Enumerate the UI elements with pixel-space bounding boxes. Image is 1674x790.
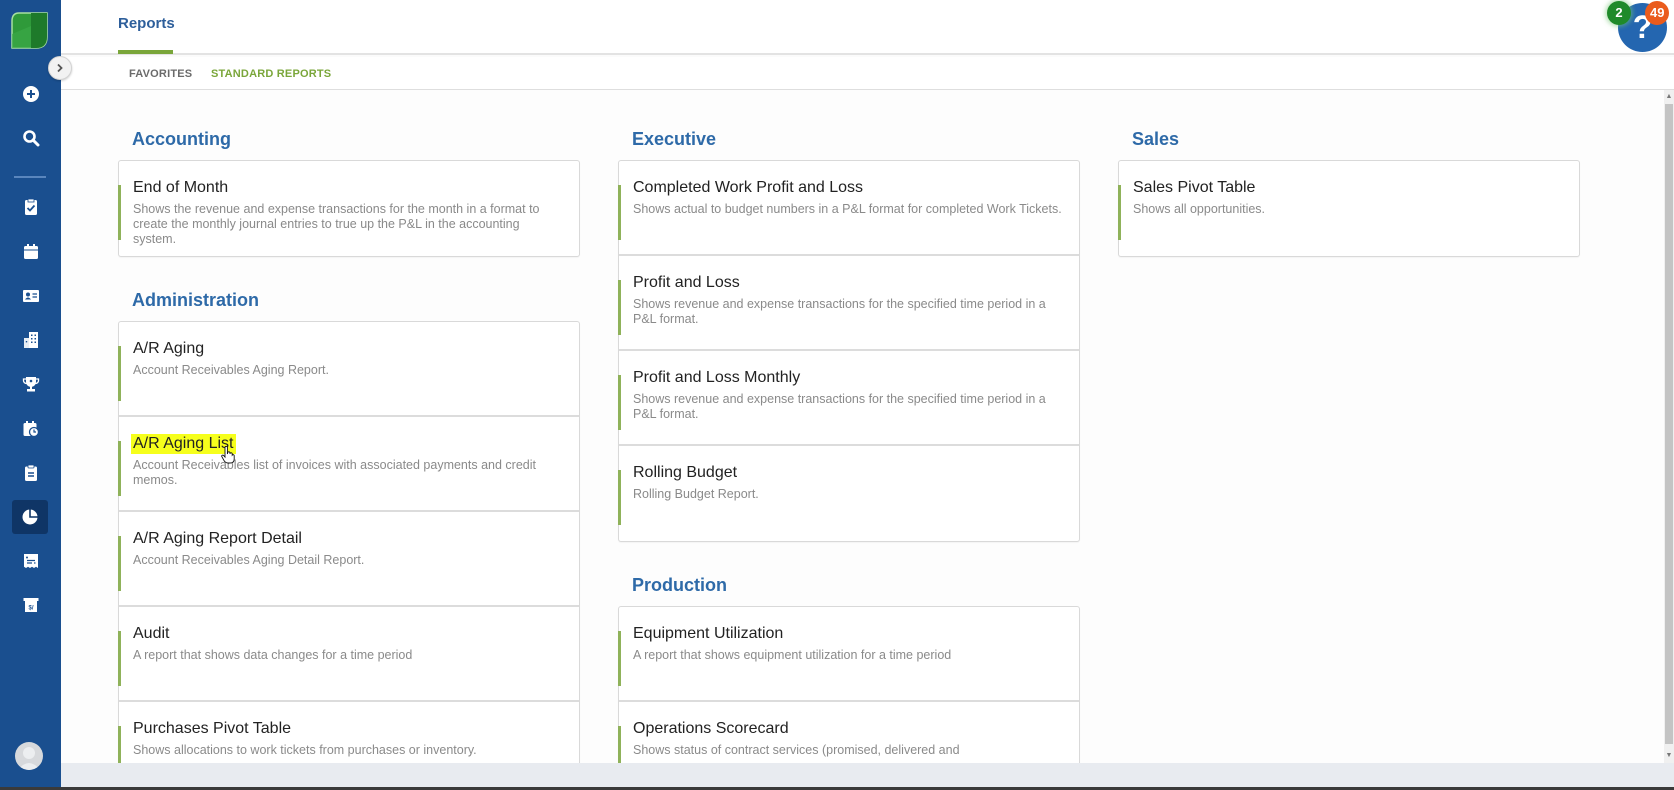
report-card-equipment-utilization[interactable]: Equipment Utilization A report that show… — [618, 607, 1079, 702]
search-icon[interactable] — [0, 121, 61, 155]
card-accent-bar — [618, 631, 621, 686]
report-description: Shows all opportunities. — [1133, 202, 1266, 216]
report-card-end-of-month[interactable]: End of Month Shows the revenue and expen… — [118, 161, 579, 256]
app-logo[interactable] — [11, 12, 49, 49]
card-accent-bar — [618, 726, 621, 763]
tab-favorites[interactable]: FAVORITES — [129, 68, 192, 80]
tab-standard-reports[interactable]: STANDARD REPORTS — [211, 68, 331, 80]
sidebar: $/ — [0, 0, 61, 790]
clipboard-list-icon[interactable] — [0, 456, 61, 490]
card-accent-bar — [118, 631, 121, 686]
scroll-down-arrow-icon[interactable]: ▼ — [1665, 751, 1673, 761]
section-heading-accounting: Accounting — [132, 129, 231, 149]
report-card-completed-work-pl[interactable]: Completed Work Profit and Loss Shows act… — [618, 161, 1079, 256]
report-description: Account Receivables Aging Report. — [133, 363, 329, 377]
cash-register-icon[interactable]: $/ — [0, 588, 61, 622]
report-title[interactable]: Sales Pivot Table — [1133, 178, 1255, 198]
report-description: Rolling Budget Report. — [633, 487, 759, 501]
trophy-icon[interactable] — [0, 367, 61, 401]
report-title[interactable]: End of Month — [133, 178, 228, 198]
report-card-ar-aging-list[interactable]: A/R Aging List Account Receivables list … — [118, 417, 579, 512]
bottom-bar — [61, 763, 1674, 787]
section-heading-sales: Sales — [1132, 129, 1180, 149]
card-accent-bar — [118, 185, 121, 240]
report-subtabs: FAVORITES STANDARD REPORTS — [61, 57, 1674, 90]
report-description: Shows revenue and expense transactions f… — [633, 297, 1046, 326]
vertical-scrollbar[interactable]: ▲ ▼ — [1664, 90, 1674, 763]
column-left: Accounting End of Month Shows the revenu… — [118, 127, 580, 763]
report-title[interactable]: Operations Scorecard — [633, 719, 789, 739]
report-title[interactable]: Completed Work Profit and Loss — [633, 178, 863, 198]
report-group-sales: Sales Pivot Table Shows all opportunitie… — [1118, 160, 1580, 257]
report-group-production: Equipment Utilization A report that show… — [618, 606, 1080, 763]
svg-text:$/: $/ — [28, 606, 33, 612]
card-accent-bar — [1118, 185, 1121, 240]
clipboard-check-icon[interactable] — [0, 190, 61, 224]
receipt-icon[interactable] — [0, 544, 61, 578]
chevron-right-icon — [57, 63, 63, 73]
calendar-clock-icon[interactable] — [0, 412, 61, 446]
card-accent-bar — [618, 185, 621, 240]
report-title[interactable]: Equipment Utilization — [633, 624, 783, 644]
report-title[interactable]: Rolling Budget — [633, 463, 737, 483]
report-card-ar-aging[interactable]: A/R Aging Account Receivables Aging Repo… — [118, 322, 579, 417]
card-accent-bar — [118, 346, 121, 401]
report-card-ar-aging-report-detail[interactable]: A/R Aging Report Detail Account Receivab… — [118, 512, 579, 607]
report-description: Account Receivables list of invoices wit… — [133, 458, 536, 487]
report-description: Shows status of contract services (promi… — [633, 743, 960, 757]
scrollbar-thumb[interactable] — [1665, 104, 1673, 744]
report-card-purchases-pivot-table[interactable]: Purchases Pivot Table Shows allocations … — [118, 702, 579, 763]
sidebar-divider — [14, 176, 46, 178]
reports-content: Accounting End of Month Shows the revenu… — [61, 90, 1664, 763]
report-title[interactable]: Purchases Pivot Table — [133, 719, 291, 739]
tab-reports[interactable]: Reports — [118, 15, 175, 32]
report-description: Shows the revenue and expense transactio… — [133, 202, 540, 246]
report-description: A report that shows data changes for a t… — [133, 648, 413, 662]
report-description: Shows actual to budget numbers in a P&L … — [633, 202, 1062, 216]
building-icon[interactable] — [0, 323, 61, 357]
section-heading-executive: Executive — [632, 129, 717, 149]
section-heading-production: Production — [632, 575, 727, 595]
report-title[interactable]: Profit and Loss Monthly — [633, 368, 800, 388]
report-group-administration: A/R Aging Account Receivables Aging Repo… — [118, 321, 580, 763]
report-description: Shows allocations to work tickets from p… — [133, 743, 477, 757]
pie-chart-icon[interactable] — [12, 500, 48, 534]
report-description: Account Receivables Aging Detail Report. — [133, 553, 365, 567]
add-icon[interactable] — [0, 77, 61, 111]
report-group-accounting: End of Month Shows the revenue and expen… — [118, 160, 580, 257]
scroll-up-arrow-icon[interactable]: ▲ — [1665, 92, 1673, 102]
card-accent-bar — [118, 536, 121, 591]
report-card-profit-and-loss-monthly[interactable]: Profit and Loss Monthly Shows revenue an… — [618, 351, 1079, 446]
report-card-operations-scorecard[interactable]: Operations Scorecard Shows status of con… — [618, 702, 1079, 763]
report-card-rolling-budget[interactable]: Rolling Budget Rolling Budget Report. — [618, 446, 1079, 541]
report-card-profit-and-loss[interactable]: Profit and Loss Shows revenue and expens… — [618, 256, 1079, 351]
notification-badge-green[interactable]: 2 — [1607, 1, 1631, 25]
report-card-audit[interactable]: Audit A report that shows data changes f… — [118, 607, 579, 702]
active-tab-indicator — [118, 50, 173, 54]
report-title[interactable]: Profit and Loss — [633, 273, 740, 293]
top-bar: Reports — [61, 0, 1674, 55]
report-description: A report that shows equipment utilizatio… — [633, 648, 952, 662]
sidebar-expand-button[interactable] — [48, 56, 72, 80]
card-accent-bar — [118, 726, 121, 763]
card-accent-bar — [618, 470, 621, 525]
column-middle: Executive Completed Work Profit and Loss… — [618, 127, 1080, 763]
report-title[interactable]: Audit — [133, 624, 169, 644]
card-accent-bar — [118, 441, 121, 496]
user-avatar[interactable] — [15, 742, 43, 770]
column-right: Sales Sales Pivot Table Shows all opport… — [1118, 127, 1580, 288]
card-accent-bar — [618, 375, 621, 430]
report-description: Shows revenue and expense transactions f… — [633, 392, 1046, 421]
report-title[interactable]: A/R Aging Report Detail — [133, 529, 302, 549]
contact-card-icon[interactable] — [0, 279, 61, 313]
report-group-executive: Completed Work Profit and Loss Shows act… — [618, 160, 1080, 542]
report-title[interactable]: A/R Aging — [133, 339, 204, 359]
report-title-highlighted[interactable]: A/R Aging List — [131, 434, 236, 454]
card-accent-bar — [618, 280, 621, 335]
calendar-icon[interactable] — [0, 235, 61, 269]
report-card-sales-pivot-table[interactable]: Sales Pivot Table Shows all opportunitie… — [1118, 161, 1579, 256]
section-heading-administration: Administration — [132, 290, 260, 310]
